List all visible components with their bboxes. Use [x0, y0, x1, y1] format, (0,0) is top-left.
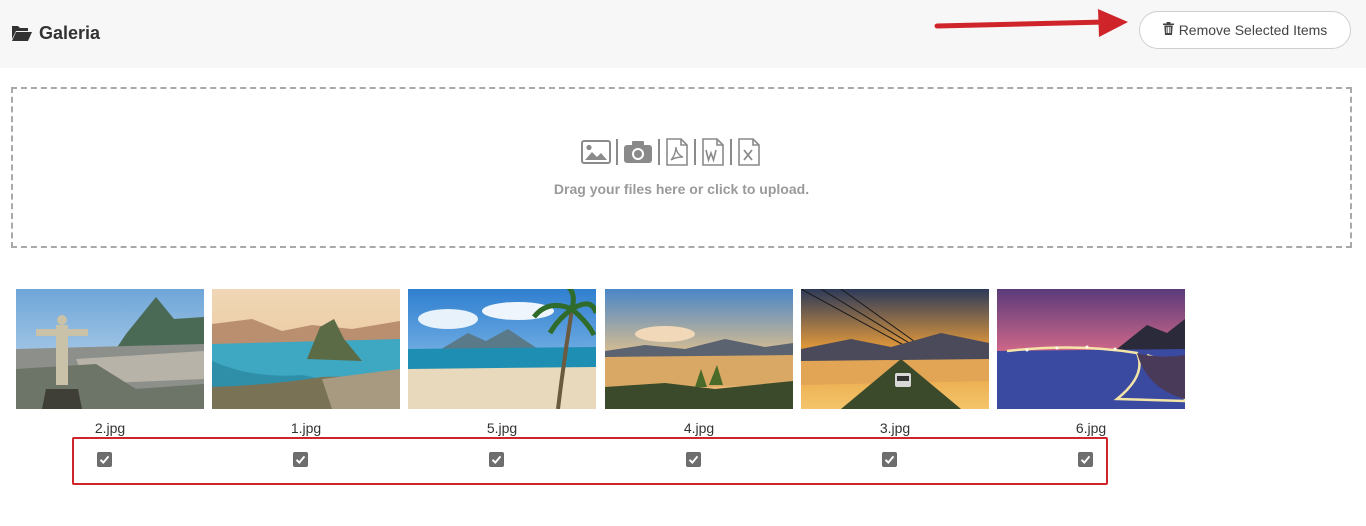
- gallery-thumbnail[interactable]: [801, 289, 989, 409]
- photo-rio-christ-redeemer: [16, 289, 204, 409]
- gallery-item: 5.jpg: [408, 289, 596, 469]
- pdf-file-icon: [665, 138, 689, 166]
- gallery-filename: 1.jpg: [290, 420, 322, 436]
- gallery-thumbnail[interactable]: [16, 289, 204, 409]
- select-checkbox[interactable]: [882, 452, 897, 467]
- icon-separator: [730, 139, 732, 165]
- select-checkbox[interactable]: [1078, 452, 1093, 467]
- image-gallery: 2.jpg 1.jpg 5.jpg 4.jpg 3.jpg 6.jpg: [16, 289, 1186, 469]
- remove-selected-button[interactable]: Remove Selected Items: [1139, 11, 1351, 49]
- gallery-header: Galeria Remove Selected Items: [0, 0, 1366, 68]
- gallery-filename: 6.jpg: [1075, 420, 1107, 436]
- checkmark-icon: [1080, 455, 1091, 465]
- select-checkbox[interactable]: [489, 452, 504, 467]
- gallery-filename: 4.jpg: [683, 420, 715, 436]
- select-checkbox[interactable]: [686, 452, 701, 467]
- gallery-filename: 2.jpg: [94, 420, 126, 436]
- gallery-filename: 5.jpg: [486, 420, 518, 436]
- page-title: Galeria: [11, 20, 100, 46]
- icon-separator: [616, 139, 618, 165]
- gallery-item: 3.jpg: [801, 289, 989, 469]
- gallery-item: 2.jpg: [16, 289, 204, 469]
- folder-open-icon: [11, 24, 33, 42]
- image-icon: [581, 140, 611, 164]
- gallery-thumbnail[interactable]: [408, 289, 596, 409]
- file-upload-dropzone[interactable]: Drag your files here or click to upload.: [11, 87, 1352, 248]
- camera-icon: [623, 140, 653, 164]
- photo-rio-lagoon-sunset: [605, 289, 793, 409]
- checkmark-icon: [99, 455, 110, 465]
- select-checkbox[interactable]: [97, 452, 112, 467]
- excel-file-icon: [737, 138, 761, 166]
- annotation-arrow: [934, 9, 1128, 37]
- photo-rio-copacabana-night: [997, 289, 1185, 409]
- word-file-icon: [701, 138, 725, 166]
- checkmark-icon: [295, 455, 306, 465]
- icon-separator: [658, 139, 660, 165]
- gallery-item: 1.jpg: [212, 289, 400, 469]
- gallery-thumbnail[interactable]: [997, 289, 1185, 409]
- checkmark-icon: [491, 455, 502, 465]
- upload-type-icons: [581, 137, 786, 167]
- gallery-thumbnail[interactable]: [212, 289, 400, 409]
- photo-rio-beach-palm: [408, 289, 596, 409]
- trash-icon: [1162, 22, 1174, 38]
- checkmark-icon: [884, 455, 895, 465]
- gallery-filename: 3.jpg: [879, 420, 911, 436]
- photo-rio-cable-car-sunset: [801, 289, 989, 409]
- select-checkbox[interactable]: [293, 452, 308, 467]
- icon-separator: [694, 139, 696, 165]
- page-title-text: Galeria: [39, 22, 101, 43]
- gallery-item: 6.jpg: [997, 289, 1185, 469]
- photo-rio-sugarloaf-bay: [212, 289, 400, 409]
- gallery-thumbnail[interactable]: [605, 289, 793, 409]
- remove-selected-label: Remove Selected Items: [1178, 22, 1328, 38]
- gallery-item: 4.jpg: [605, 289, 793, 469]
- dropzone-instructions: Drag your files here or click to upload.: [553, 181, 810, 197]
- checkmark-icon: [688, 455, 699, 465]
